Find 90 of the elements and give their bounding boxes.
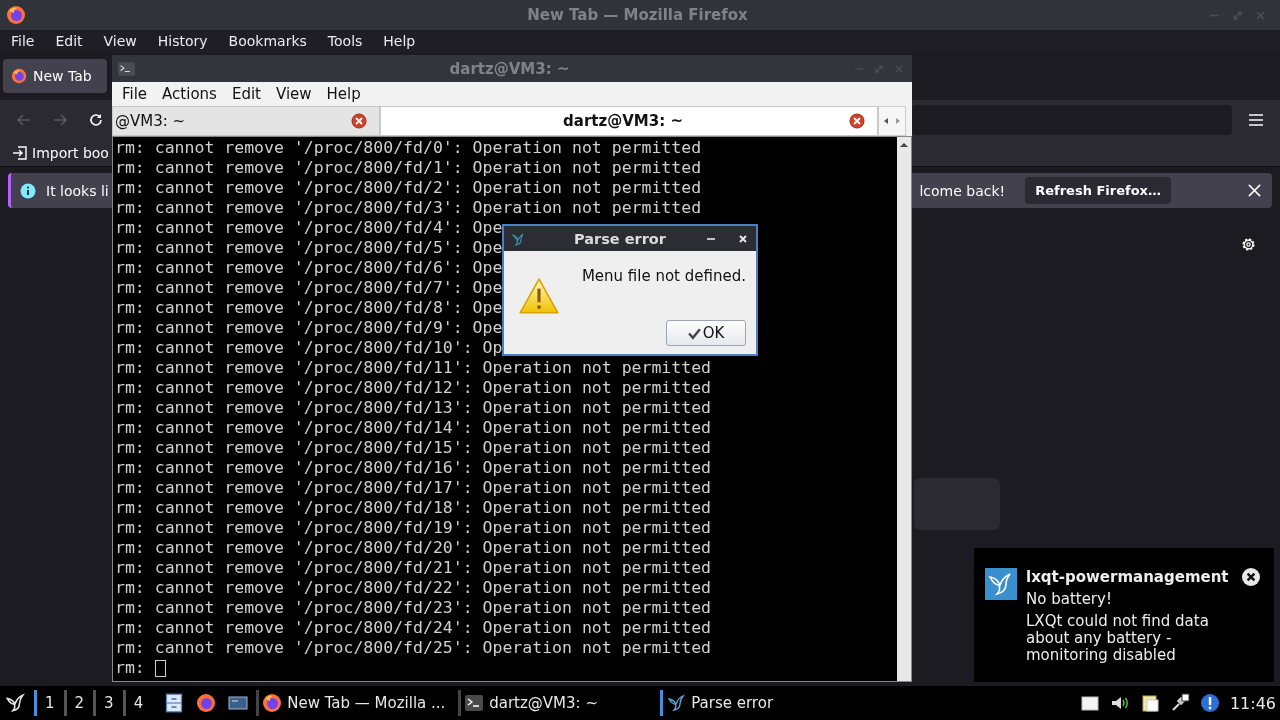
terminal-line: rm: cannot remove '/proc/800/fd/23': Operation not permitted <box>115 598 712 618</box>
drive-icon[interactable] <box>1079 693 1100 713</box>
terminal-line: rm: cannot remove '/proc/800/fd/12': Operation not permitted <box>115 378 712 398</box>
terminal-line: rm: cannot remove '/proc/800/fd/4': Ope <box>115 218 503 238</box>
terminal-line: rm: cannot remove '/proc/800/fd/14': Operation not permitted <box>115 418 712 438</box>
desktop-switch[interactable]: 1 <box>34 690 62 716</box>
terminal-line: rm: cannot remove '/proc/800/fd/18': Operation not permitted <box>115 498 712 518</box>
terminal-line: rm: cannot remove '/proc/800/fd/15': Operation not permitted <box>115 438 712 458</box>
text-cursor <box>154 659 166 677</box>
terminal-line: rm: cannot remove '/proc/800/fd/9': Ope <box>115 318 503 338</box>
terminal-line: rm: cannot remove '/proc/800/fd/8': Ope <box>115 298 503 318</box>
settings-icon[interactable] <box>1240 236 1257 253</box>
window-title: dartz@VM3: ~ <box>448 59 571 78</box>
terminal-tab[interactable]: @VM3: ~ <box>112 106 380 136</box>
terminal-line: rm: cannot remove '/proc/800/fd/0': Operation not permitted <box>115 138 702 158</box>
menu-item[interactable]: Help <box>326 85 361 103</box>
info-icon[interactable] <box>1199 693 1220 713</box>
terminal-line: rm: cannot remove '/proc/800/fd/3': Operation not permitted <box>115 198 702 218</box>
check-icon <box>687 326 701 340</box>
menu-item[interactable]: Tools <box>327 33 363 49</box>
terminal-line: rm: cannot remove '/proc/800/fd/16': Operation not permitted <box>115 458 712 478</box>
desktop-switch[interactable]: 3 <box>93 690 121 716</box>
bird-icon <box>985 568 1017 600</box>
file-cabinet-icon[interactable] <box>164 693 185 713</box>
terminal-line: rm: cannot remove '/proc/800/fd/11': Operation not permitted <box>115 358 712 378</box>
close-icon[interactable] <box>1242 568 1260 586</box>
terminal-line: rm: cannot remove '/proc/800/fd/24': Operation not permitted <box>115 618 712 638</box>
scrollbar[interactable] <box>897 137 911 681</box>
menu-item[interactable]: File <box>11 33 35 49</box>
terminal-tab[interactable]: dartz@VM3: ~ <box>380 106 878 136</box>
task-button[interactable]: New Tab — Mozilla ... <box>256 690 451 716</box>
terminal-line: rm: cannot remove '/proc/800/fd/20': Operation not permitted <box>115 538 712 558</box>
terminal-line: rm: cannot remove '/proc/800/fd/17': Operation not permitted <box>115 478 712 498</box>
firefox-icon <box>11 68 27 84</box>
task-button[interactable]: Parse error <box>660 690 855 716</box>
terminal-icon <box>464 693 485 713</box>
menu-item[interactable]: Help <box>383 33 416 49</box>
notification-summary: No battery! <box>1026 590 1113 608</box>
desktop-switch[interactable]: 4 <box>122 690 151 716</box>
menu-item[interactable]: Edit <box>231 85 261 103</box>
warning-icon <box>518 277 560 315</box>
menu-item[interactable]: Bookmarks <box>228 33 307 49</box>
notification-message: It looks li <box>46 182 109 199</box>
info-icon <box>20 182 36 199</box>
menu-item[interactable]: File <box>122 85 148 103</box>
menu-item[interactable]: View <box>103 33 137 49</box>
terminal-line: rm: cannot remove '/proc/800/fd/22': Operation not permitted <box>115 578 712 598</box>
terminal-line: rm: cannot remove '/proc/800/fd/13': Operation not permitted <box>115 398 712 418</box>
close-icon[interactable] <box>351 113 367 129</box>
desktop-switch[interactable]: 2 <box>63 690 92 716</box>
terminal-line: rm: cannot remove '/proc/800/fd/6': Ope <box>115 258 503 278</box>
scroll-left-icon[interactable] <box>882 116 890 126</box>
notification-body: LXQt could not find data about any battery - monitoring disabled <box>1026 613 1210 664</box>
bird-menu-icon[interactable] <box>4 692 26 714</box>
terminal-line: rm: cannot remove '/proc/800/fd/19': Operation not permitted <box>115 518 712 538</box>
bookmark-item[interactable]: Import boo <box>12 145 109 161</box>
notification-title: lxqt-powermanagement <box>1026 568 1229 586</box>
terminal-line: rm: cannot remove '/proc/800/fd/10': Op <box>115 338 503 358</box>
terminal-line: rm: cannot remove '/proc/800/fd/1': Operation not permitted <box>115 158 702 178</box>
dialog-title: Parse error <box>573 230 667 247</box>
bird-icon <box>666 693 687 713</box>
reload-icon[interactable] <box>88 112 104 128</box>
menu-icon[interactable] <box>1248 112 1264 128</box>
menu-item[interactable]: Edit <box>55 33 83 49</box>
browser-tab[interactable]: New Tab <box>3 59 107 93</box>
terminal-line: rm: cannot remove '/proc/800/fd/25': Operation not permitted <box>115 638 712 658</box>
terminal-line: rm: cannot remove '/proc/800/fd/2': Operation not permitted <box>115 178 702 198</box>
window-title: New Tab — Mozilla Firefox <box>526 6 749 24</box>
import-icon <box>12 145 28 161</box>
address-field[interactable] <box>912 105 1232 135</box>
terminal-line: rm: cannot remove '/proc/800/fd/7': Ope <box>115 278 503 298</box>
terminal-icon <box>118 61 135 76</box>
notification-message: lcome back! <box>919 182 1006 199</box>
ok-button[interactable]: OK <box>666 320 746 346</box>
monitor-icon[interactable] <box>228 693 249 713</box>
clock[interactable]: 11:46 <box>1229 693 1276 713</box>
firefox-logo-icon <box>6 5 26 25</box>
firefox-icon <box>262 693 283 713</box>
firefox-icon[interactable] <box>196 693 217 713</box>
menu-item[interactable]: History <box>157 33 208 49</box>
command-prompt: rm: <box>115 658 145 678</box>
menu-item[interactable]: Actions <box>162 85 217 103</box>
menu-item[interactable]: View <box>275 85 312 103</box>
dialog-message: Menu file not defined. <box>581 267 746 285</box>
terminal-line: rm: cannot remove '/proc/800/fd/21': Operation not permitted <box>115 558 712 578</box>
clipboard-icon[interactable] <box>1139 693 1160 713</box>
refresh-button[interactable]: Refresh Firefox… <box>1025 177 1171 204</box>
close-icon[interactable] <box>849 113 865 129</box>
task-button[interactable]: dartz@VM3: ~ <box>458 690 653 716</box>
terminal-line: rm: cannot remove '/proc/800/fd/5': Ope <box>115 238 503 258</box>
